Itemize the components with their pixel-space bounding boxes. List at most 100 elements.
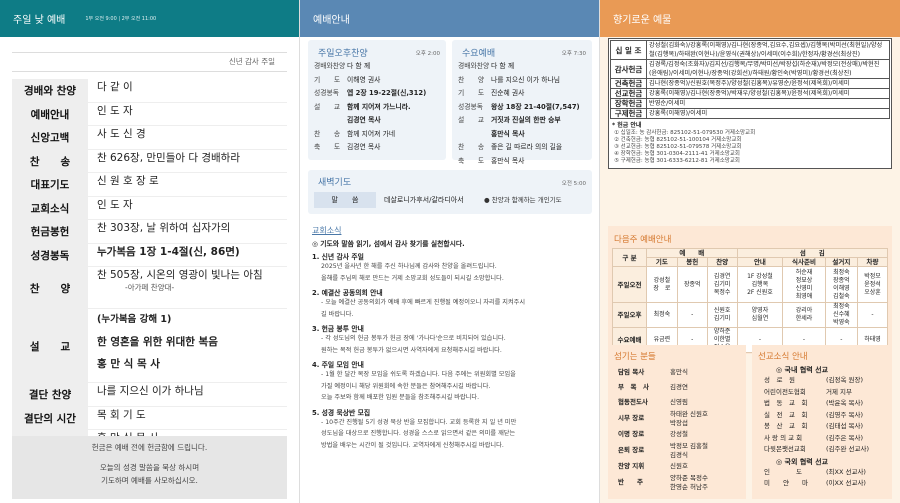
order-label: 예배안내 (12, 102, 88, 126)
order-value: 목 회 기 도 (97, 408, 146, 421)
service-list-label: 설 교 (458, 116, 485, 124)
servant-row: 부 목 사 김경연 (618, 380, 746, 395)
table-subheader: 안내 (736, 257, 784, 267)
servant-row: 찬양 지휘 신원호 (618, 459, 746, 474)
mission-row: 사 랑 의 교 회 (김주은 목사) (764, 433, 892, 445)
order-row: 헌금봉헌 찬 303장, 날 위하여 십자가의 (12, 220, 287, 244)
order-value: 인 도 자 (97, 198, 133, 211)
news-item-line: 원하는 목적 헌금 봉투가 없으시면 사역자에게 요청해주시길 바랍니다. (321, 346, 502, 354)
service-list-label: 경배와찬양 (314, 62, 346, 70)
missions-box: 선교소식 안내 ◎ 국내 협력 선교 성 로 원 (김정옥 원장) 어린이전도협회 거… (752, 345, 892, 499)
service-list-row: 성경봉독 엡 2장 19-22절(신,312) (314, 87, 444, 101)
news-item-heading: 5. 성경 묵상반 모집 (312, 408, 371, 417)
service-list-row: 축 도 홍만식 목사 (458, 155, 590, 169)
offering-names: 강성철(김화숙)/강홍록(이해영)/김나현(장종억,김요수,김요셉)/김행복(박… (646, 40, 890, 60)
table-cell: 박정모 윤정석 오상훈 (857, 266, 888, 303)
servant-names: 신영림 (670, 398, 688, 407)
service-list-row: 설 교 거짓과 진실의 한판 승부 (458, 114, 590, 128)
next-week-table: 구 분예 배섬 김 기도 봉헌 찬양 안내 식사준비 설거지 차량 주일오전 강성철 장 로 장종억… (612, 248, 889, 353)
offering-row: 감사헌금 김경록/김정숙(조화자)/김지선/김행복/무명/박미선/박장섭(하순재)… (610, 59, 890, 79)
order-value: 인 도 자 (97, 104, 133, 117)
servant-row: 반 주 양하준 목정수 한영순 허남주 (618, 474, 746, 491)
sunday-service-column: 주일 낮 예배 1부 오전 9:00 | 2부 오전 11:00 신년 감사 주… (0, 0, 300, 503)
order-of-worship: 경배와 찬양 다 같 이 예배안내 인 도 자 신앙고백 사 도 신 경찬 송찬 626장… (12, 79, 287, 267)
servant-role: 담임 목사 (618, 368, 645, 377)
missions-title: 선교소식 안내 (758, 352, 808, 362)
order-row: 찬 송 찬 626장, 만민들아 다 경배하라 (12, 149, 287, 173)
service-list-row: 설 교 함께 지어져 가느니라. (314, 101, 444, 115)
servant-names: 양하준 목정수 한영순 허남주 (670, 474, 708, 491)
table-cell: - (857, 302, 888, 328)
service-list-value: 좋은 길 따르라 의의 길을 (491, 143, 563, 151)
mission-row: 다윗몬팻선교회 (김주완 선교사) (764, 444, 892, 456)
table-subheader: 찬양 (706, 257, 738, 267)
afternoon-service-box: 주일오후찬양 오후 2:00 경배와찬양 다 함 께기 도 이해영 권사 성경봉독 엡 … (308, 40, 446, 160)
service-list-row: 기 도 이해영 권사 (314, 74, 444, 88)
account-list: ① 십일조: 농 감사헌금: 825102-51-079530 거제소망교회 ② … (610, 130, 890, 167)
table-cell: 최정숙 신수혜 박영숙 (824, 302, 859, 328)
order-row: 결단 찬양 나를 지으신 이가 하나님 (12, 383, 287, 407)
news-item-line: 가질 예정이니 해당 위원회에 속한 분들은 참여해주시길 바랍니다. (321, 382, 491, 390)
order-row: 예배안내 인 도 자 (12, 102, 287, 126)
table-row-label: 주일오후 (612, 302, 647, 328)
service-list-label (314, 114, 347, 128)
servant-names: 하태완 신원호 박장섭 (670, 410, 708, 427)
order-value: 다 같 이 (97, 81, 133, 93)
service-list-value: 왕상 18장 21-40절(7,547) (491, 102, 580, 111)
account-line: ④ 장학헌금: 농협 301-0304-2111-41 거제소망교회 (614, 151, 740, 157)
servant-role: 찬양 지휘 (618, 462, 645, 471)
servant-names: 신원호 (670, 462, 688, 471)
table-row-label: 주일오전 (612, 266, 647, 303)
service-list-label: 기 도 (458, 89, 485, 97)
mission-row: 성 로 원 (김정옥 원장) (764, 375, 892, 387)
domestic-missions-title: ◎ 국내 협력 선교 (776, 366, 829, 374)
news-item-line: 2025년 을사년 한 해를 주신 하나님께 감사와 찬양을 올려드립니다. (321, 263, 497, 270)
wednesday-service-time: 오후 7:30 (561, 51, 586, 57)
news-item-heading: 2. 예결산 공동의회 안내 (312, 289, 383, 297)
order-value: 찬 626장, 만민들아 다 경배하라 (97, 151, 240, 164)
mission-name: 봉 산 교 회 (764, 422, 808, 430)
service-list-value: 진순혜 권사 (491, 89, 525, 97)
service-list-label: 찬 송 (314, 129, 341, 138)
wednesday-service-box: 수요예배 오후 7:30 경배와찬양 다 함 께찬 양 나를 지으신 이가 하나님 기… (452, 40, 592, 165)
table-cell: - (676, 302, 708, 328)
order-label: 헌금봉헌 (12, 220, 88, 244)
order-value: 찬 303장, 날 위하여 십자가의 (97, 222, 231, 234)
servant-role: 은퇴 장로 (618, 446, 645, 455)
service-list-value: 이해영 권사 (347, 75, 381, 84)
mission-row: 인 도 (최XX 선교사) (764, 467, 892, 479)
foreign-missions-list: 인 도 (최XX 선교사) 미 얀 마 (이XX 선교사) (752, 467, 892, 490)
bulletin-page: 주일 낮 예배 1부 오전 9:00 | 2부 오전 11:00 신년 감사 주… (0, 0, 900, 503)
mission-contact: (김영주 목사) (826, 410, 864, 419)
order-value: 누가복음 1장 1-4절(신, 86면) (97, 245, 240, 258)
wednesday-service-list: 경배와찬양 다 함 께찬 양 나를 지으신 이가 하나님 기 도 진순혜 권사 성경봉독 왕… (458, 60, 590, 168)
table-cell: 최정숙 (646, 302, 678, 328)
account-line: ③ 선교헌금: 농협 825102-51-079578 거제소망교회 (614, 144, 742, 150)
account-line: ⑤ 구제헌금: 농협 301-6333-6212-81 거제소망교회 (614, 158, 740, 164)
notice-line: 오늘의 성경 말씀을 묵상 하시며 (99, 463, 200, 472)
servant-names: 박정모 김홍철 김경식 (670, 442, 708, 459)
order-label: 설 교 (12, 309, 88, 383)
news-item-line: 길 바랍니다. (321, 310, 354, 318)
account-line: ① 십일조: 농 감사헌금: 825102-51-079530 거제소망교회 (614, 130, 756, 136)
service-list-value: 함께 지어져 가네 (347, 129, 396, 138)
table-row: 주일오후 최정숙 - 신원호 김기미 양영자 심월연 강리아 한세라 최정숙 신수혜 박영숙… (612, 302, 888, 328)
service-list-label: 찬 송 (458, 143, 485, 151)
account-line: ② 건축헌금: 농협 825102-51-100104 거제소망교회 (614, 137, 742, 143)
servant-role: 이명 장로 (618, 430, 645, 439)
offering-type: 구제헌금 (610, 108, 647, 119)
service-list-row: 찬 송 좋은 길 따르라 의의 길을 (458, 141, 590, 155)
order-value: (누가복음 강해 1) 한 영혼을 위한 위대한 복음 홍 만 식 목 사 (88, 309, 287, 375)
service-list-row: 홍만식 목사 (458, 128, 590, 142)
service-list-row: 축 도 김경연 목사 (314, 141, 444, 155)
table-cell: 김경연 김기미 목정수 (706, 266, 738, 303)
mission-contact: (김주완 선교사) (826, 445, 870, 453)
order-label: 경배와 찬양 (12, 79, 88, 103)
table-subheader: 봉헌 (676, 257, 708, 267)
chanyang-song: 찬 505장, 시온의 영광이 빛나는 아침 (97, 269, 263, 281)
service-list-label: 성경봉독 (314, 89, 340, 97)
servant-row: 이명 장로 강성철 (618, 427, 746, 442)
service-list-value: 함께 지어져 가느니라. (347, 102, 411, 111)
offering-names: 김경록/김정숙(조화자)/김지선/김행복/무명/박미선/박장섭(하순재)/박정모… (646, 59, 890, 79)
afternoon-service-title: 주일오후찬양 (318, 49, 368, 59)
